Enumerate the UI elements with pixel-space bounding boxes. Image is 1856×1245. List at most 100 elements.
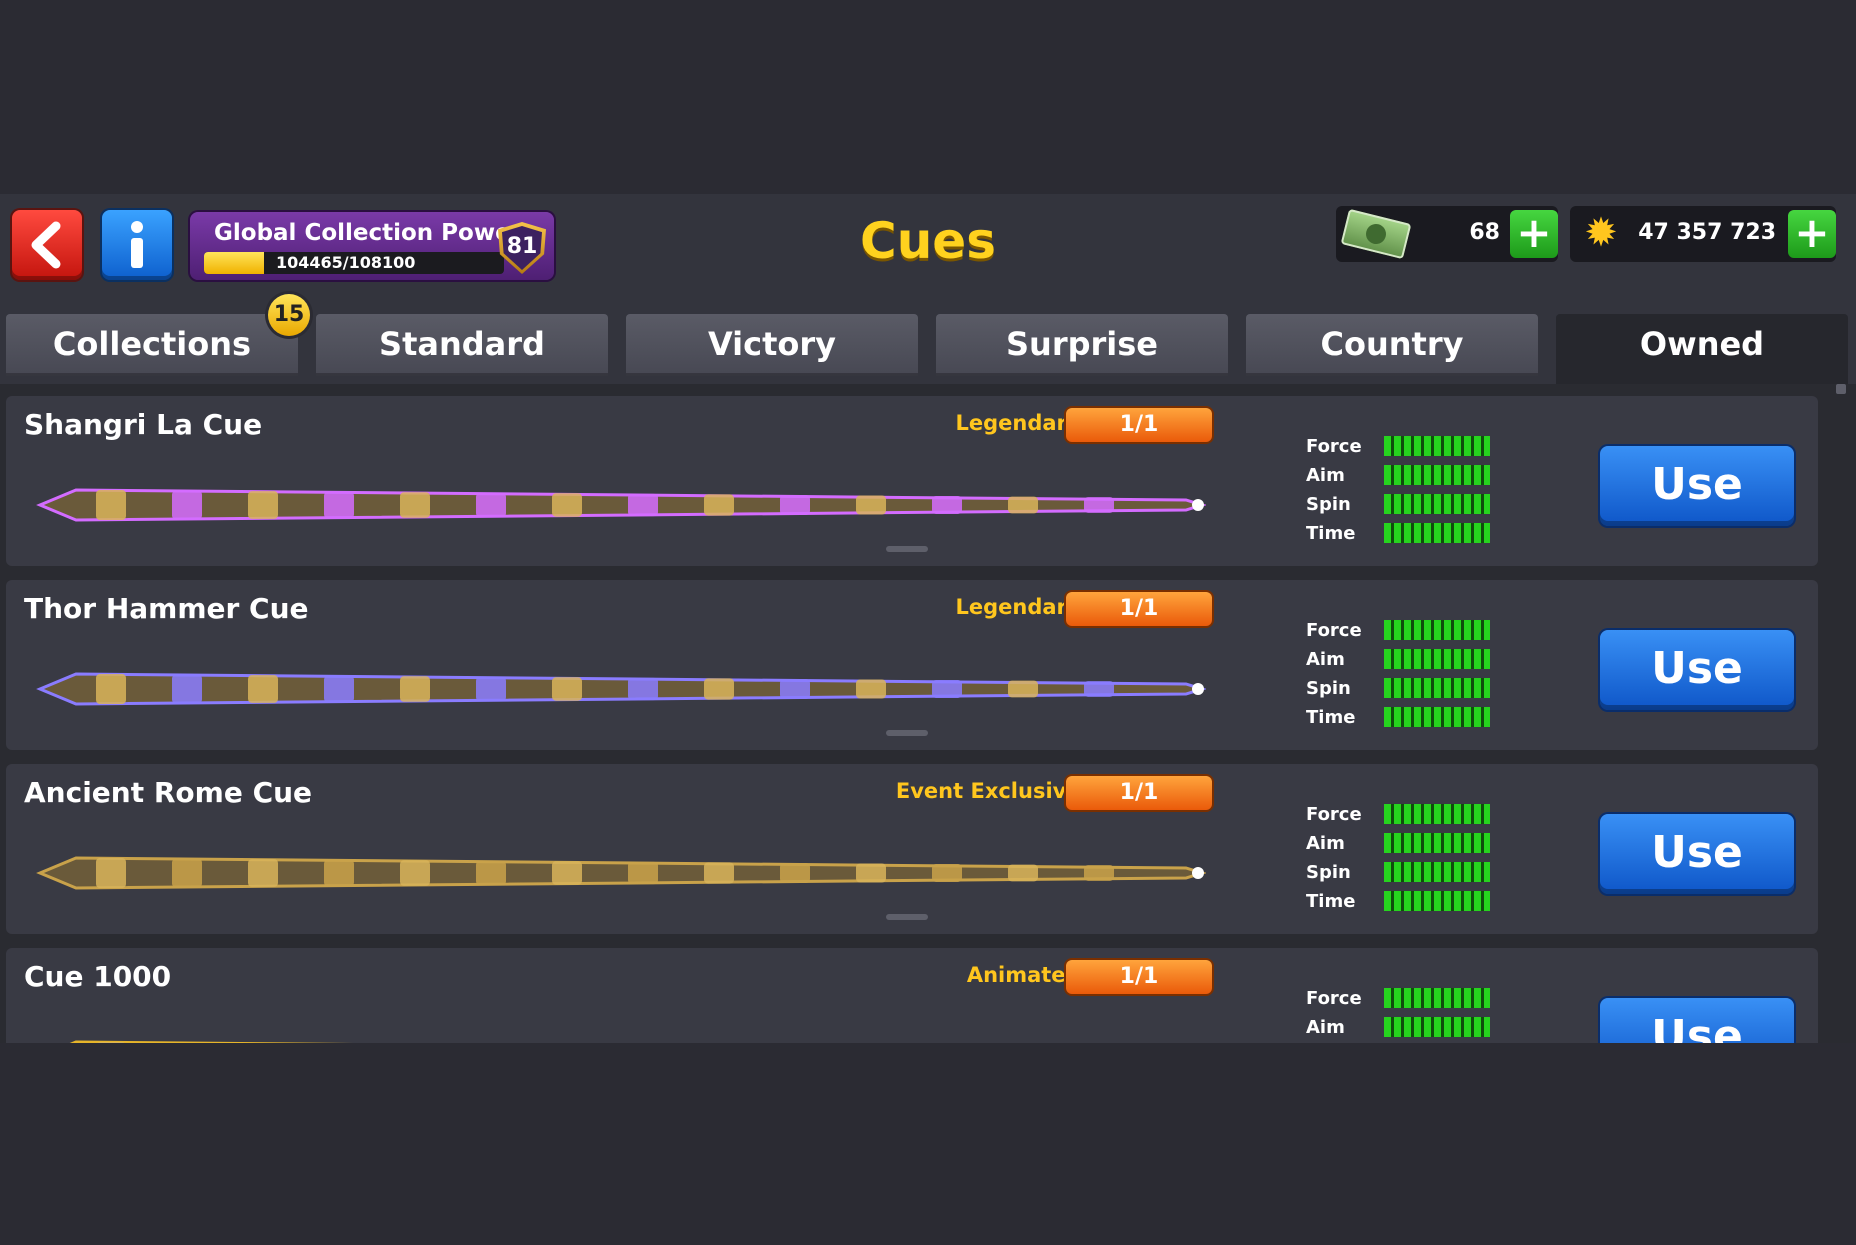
stat-bar xyxy=(1384,678,1490,698)
cue-ring xyxy=(552,677,582,701)
cue-ring xyxy=(324,675,354,703)
expand-handle[interactable] xyxy=(886,914,928,920)
stat-label: Force xyxy=(1306,804,1362,825)
stat-label: Aim xyxy=(1306,833,1345,854)
cue-name: Shangri La Cue xyxy=(24,408,263,441)
stat-bar xyxy=(1384,804,1490,824)
tab-victory[interactable]: Victory xyxy=(626,314,918,376)
use-button[interactable]: Use xyxy=(1600,630,1794,710)
coin-balance: ✹ 47 357 723 + xyxy=(1570,206,1836,262)
cue-ring xyxy=(780,862,810,884)
cue-ring xyxy=(856,495,886,515)
stat-bar xyxy=(1384,649,1490,669)
cue-stats: Force Aim Spin Time xyxy=(1306,800,1506,916)
cue-count: 1/1 xyxy=(1066,960,1212,994)
tab-standard[interactable]: Standard xyxy=(316,314,608,376)
cue-image xyxy=(36,672,1206,706)
cue-tip xyxy=(1192,867,1204,879)
cue-ring xyxy=(1008,864,1038,882)
cue-ring xyxy=(1084,681,1114,697)
stat-bar xyxy=(1384,988,1490,1008)
cue-ring xyxy=(856,679,886,699)
stat-row: Aim xyxy=(1306,461,1506,490)
cue-ring xyxy=(248,675,278,703)
expand-handle[interactable] xyxy=(886,546,928,552)
use-button[interactable]: Use xyxy=(1600,814,1794,894)
stat-label: Aim xyxy=(1306,649,1345,670)
cue-rarity: Legendary xyxy=(955,411,1081,435)
stat-row: Force xyxy=(1306,616,1506,645)
stat-label: Force xyxy=(1306,436,1362,457)
stat-label: Time xyxy=(1306,891,1356,912)
cue-shaft xyxy=(69,1040,354,1043)
cue-tip xyxy=(1192,499,1204,511)
cues-screen: Global Collection Power 104465/108100 81… xyxy=(0,194,1856,1043)
cue-ring xyxy=(1084,497,1114,513)
cash-icon xyxy=(1340,208,1412,260)
cue-count: 1/1 xyxy=(1066,592,1212,626)
cue-ring xyxy=(1084,865,1114,881)
cue-count: 1/1 xyxy=(1066,408,1212,442)
cue-ring xyxy=(324,491,354,519)
tab-owned[interactable]: Owned xyxy=(1556,314,1848,384)
cash-value: 68 xyxy=(1469,220,1500,245)
cue-ring xyxy=(476,492,506,518)
cue-ring xyxy=(856,863,886,883)
cue-ring xyxy=(552,861,582,885)
cue-tip xyxy=(1192,683,1204,695)
cue-ring xyxy=(324,859,354,887)
scrollbar[interactable] xyxy=(1836,384,1846,394)
cue-ring xyxy=(1008,680,1038,698)
stat-label: Spin xyxy=(1306,494,1351,515)
add-coins-button[interactable]: + xyxy=(1788,210,1836,258)
tab-surprise[interactable]: Surprise xyxy=(936,314,1228,376)
stat-row: Aim xyxy=(1306,829,1506,858)
cash-balance: 68 + xyxy=(1336,206,1558,262)
stat-label: Time xyxy=(1306,707,1356,728)
tab-collections[interactable]: Collections xyxy=(6,314,298,376)
stat-row: Spin xyxy=(1306,858,1506,887)
expand-handle[interactable] xyxy=(886,730,928,736)
cue-ring xyxy=(704,678,734,700)
cue-ring xyxy=(552,493,582,517)
cue-stats: Force Aim xyxy=(1306,984,1506,1042)
stat-bar xyxy=(1384,1017,1490,1037)
cue-ring xyxy=(96,490,126,520)
stat-row: Force xyxy=(1306,432,1506,461)
cue-list[interactable]: Shangri La Cue LegendaryLevel MAX 1/1 Fo… xyxy=(0,384,1856,1043)
stat-row: Spin xyxy=(1306,674,1506,703)
cue-ring xyxy=(476,676,506,702)
cue-ring xyxy=(932,680,962,698)
cue-stats: Force Aim Spin Time xyxy=(1306,432,1506,548)
cue-ring xyxy=(97,1042,125,1043)
cue-ring xyxy=(248,491,278,519)
stat-label: Time xyxy=(1306,523,1356,544)
cue-count: 1/1 xyxy=(1066,776,1212,810)
cue-ring xyxy=(96,674,126,704)
coin-value: 47 357 723 xyxy=(1638,220,1776,245)
stat-bar xyxy=(1384,862,1490,882)
stat-row: Time xyxy=(1306,703,1506,732)
cue-ring xyxy=(1008,496,1038,514)
cue-card-3: Ancient Rome Cue Event ExclusiveLevel MA… xyxy=(6,764,1818,934)
cue-ring xyxy=(628,493,658,517)
cue-ring xyxy=(172,490,202,520)
stat-bar xyxy=(1384,707,1490,727)
cue-ring xyxy=(780,678,810,700)
cue-name: Thor Hammer Cue xyxy=(24,592,309,625)
add-cash-button[interactable]: + xyxy=(1510,210,1558,258)
cue-ring xyxy=(400,676,430,702)
cue-rarity: Event Exclusive xyxy=(895,779,1081,803)
stat-label: Spin xyxy=(1306,678,1351,699)
stat-row: Spin xyxy=(1306,490,1506,519)
cue-rarity: Animated xyxy=(966,963,1081,987)
coin-icon: ✹ xyxy=(1584,210,1618,256)
stat-bar xyxy=(1384,891,1490,911)
use-button[interactable]: Use xyxy=(1600,446,1794,526)
cue-ring xyxy=(932,864,962,882)
use-button[interactable]: Use xyxy=(1600,998,1794,1043)
cue-card-1: Shangri La Cue LegendaryLevel MAX 1/1 Fo… xyxy=(6,396,1818,566)
tab-country[interactable]: Country xyxy=(1246,314,1538,376)
stat-label: Aim xyxy=(1306,1017,1345,1038)
cue-ring xyxy=(172,674,202,704)
